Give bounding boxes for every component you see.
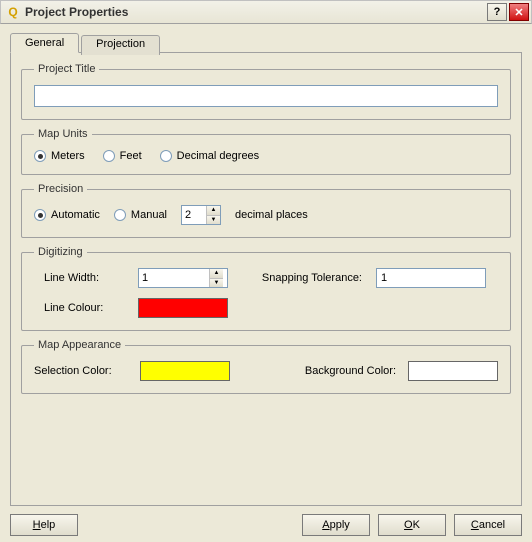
- close-icon: ✕: [514, 6, 523, 19]
- line-width-label: Line Width:: [44, 272, 132, 284]
- step-down-icon[interactable]: ▼: [207, 216, 220, 225]
- radio-icon: [103, 150, 115, 162]
- btn-rest: ancel: [479, 519, 505, 531]
- decimal-places-stepper[interactable]: ▲ ▼: [181, 205, 221, 225]
- step-down-icon[interactable]: ▼: [210, 279, 223, 288]
- legend-project-title: Project Title: [34, 63, 99, 75]
- line-colour-label: Line Colour:: [44, 302, 132, 314]
- radio-icon: [34, 209, 46, 221]
- background-color-label: Background Color:: [292, 365, 402, 377]
- step-up-icon[interactable]: ▲: [210, 269, 223, 279]
- radio-feet[interactable]: Feet: [103, 150, 142, 162]
- radio-label: Feet: [120, 150, 142, 162]
- selection-color-swatch[interactable]: [140, 361, 230, 381]
- tab-page-general: Project Title Map Units Meters Feet Deci…: [10, 52, 522, 506]
- radio-meters[interactable]: Meters: [34, 150, 85, 162]
- line-width-value[interactable]: [139, 269, 209, 287]
- btn-rest: K: [413, 519, 420, 531]
- cancel-button[interactable]: Cancel: [454, 514, 522, 536]
- radio-label: Decimal degrees: [177, 150, 260, 162]
- titlebar: Q Project Properties ? ✕: [0, 0, 532, 24]
- radio-automatic[interactable]: Automatic: [34, 209, 100, 221]
- dialog-body: General Projection Project Title Map Uni…: [0, 24, 532, 542]
- ok-button[interactable]: OK: [378, 514, 446, 536]
- radio-decimal-degrees[interactable]: Decimal degrees: [160, 150, 260, 162]
- window-title: Project Properties: [25, 5, 128, 19]
- background-color-swatch[interactable]: [408, 361, 498, 381]
- help-button[interactable]: Help: [10, 514, 78, 536]
- close-title-button[interactable]: ✕: [509, 3, 529, 21]
- tab-strip: General Projection: [10, 33, 522, 53]
- snapping-tolerance-label: Snapping Tolerance:: [240, 272, 370, 284]
- radio-label: Manual: [131, 209, 167, 221]
- line-colour-swatch[interactable]: [138, 298, 228, 318]
- project-title-input[interactable]: [34, 85, 498, 107]
- group-project-title: Project Title: [21, 63, 511, 120]
- help-title-button[interactable]: ?: [487, 3, 507, 21]
- line-width-stepper[interactable]: ▲ ▼: [138, 268, 228, 288]
- selection-color-label: Selection Color:: [34, 365, 134, 377]
- decimal-places-suffix: decimal places: [235, 209, 308, 221]
- app-icon: Q: [5, 4, 21, 20]
- legend-map-units: Map Units: [34, 128, 92, 140]
- step-up-icon[interactable]: ▲: [207, 206, 220, 216]
- apply-button[interactable]: Apply: [302, 514, 370, 536]
- radio-label: Automatic: [51, 209, 100, 221]
- legend-digitizing: Digitizing: [34, 246, 87, 258]
- radio-icon: [34, 150, 46, 162]
- group-digitizing: Digitizing Line Width: ▲ ▼ Snapping Tole…: [21, 246, 511, 331]
- snapping-tolerance-input[interactable]: [376, 268, 486, 288]
- btn-rest: pply: [330, 519, 350, 531]
- tab-projection[interactable]: Projection: [81, 35, 160, 55]
- group-precision: Precision Automatic Manual ▲ ▼ d: [21, 183, 511, 238]
- group-map-units: Map Units Meters Feet Decimal degrees: [21, 128, 511, 175]
- legend-precision: Precision: [34, 183, 87, 195]
- radio-label: Meters: [51, 150, 85, 162]
- radio-icon: [114, 209, 126, 221]
- button-bar: Help Apply OK Cancel: [10, 514, 522, 536]
- decimal-places-value[interactable]: [182, 206, 206, 224]
- tab-label: Projection: [96, 38, 145, 50]
- radio-icon: [160, 150, 172, 162]
- group-map-appearance: Map Appearance Selection Color: Backgrou…: [21, 339, 511, 394]
- btn-rest: elp: [41, 519, 56, 531]
- legend-map-appearance: Map Appearance: [34, 339, 125, 351]
- tab-general[interactable]: General: [10, 33, 79, 53]
- radio-manual[interactable]: Manual: [114, 209, 167, 221]
- tab-label: General: [25, 37, 64, 49]
